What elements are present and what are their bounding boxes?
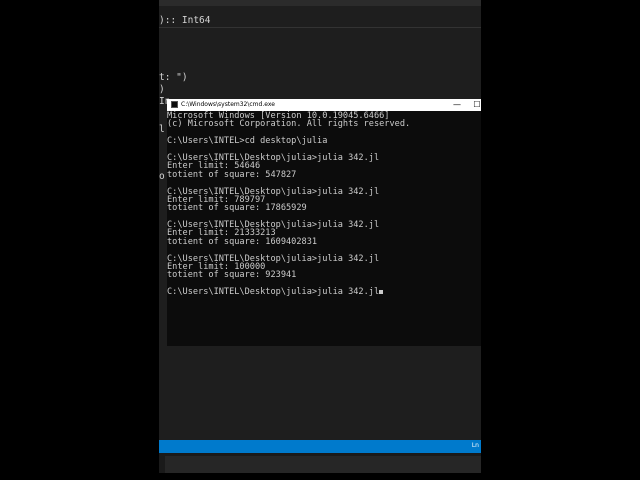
code-line-type-annotation: ):: Int64 (159, 15, 211, 26)
cmd-window[interactable]: C:\Windows\system32\cmd.exe — ☐ Microsof… (167, 99, 481, 346)
console-line: totient of square: 547827 (167, 169, 297, 180)
editor-top-bar (159, 0, 481, 6)
console-line: totient of square: 17865929 (167, 203, 307, 214)
code-line-fragment-3: o (159, 171, 165, 182)
code-line-fragment-2: l (159, 124, 165, 135)
maximize-button[interactable]: ☐ (467, 99, 487, 111)
console-line: totient of square: 1609402831 (167, 236, 318, 247)
status-line-indicator[interactable]: Ln (472, 442, 479, 449)
console-line: totient of square: 923941 (167, 270, 297, 281)
editor-bottom-panel (159, 453, 481, 473)
console-line: (c) Microsoft Corporation. All rights re… (167, 119, 411, 130)
cmd-window-title: C:\Windows\system32\cmd.exe (181, 101, 275, 108)
cmd-title-bar[interactable]: C:\Windows\system32\cmd.exe — ☐ (167, 99, 481, 111)
code-line-prompt: t: ") (159, 72, 188, 83)
console-output[interactable]: Microsoft Windows [Version 10.0.19045.64… (167, 111, 481, 347)
terminal-icon (171, 101, 178, 108)
minimize-button[interactable]: — (447, 99, 467, 111)
console-line: C:\Users\INTEL>cd desktop\julia (167, 136, 328, 147)
editor-line-highlight (159, 27, 481, 28)
bottom-panel-inner (165, 456, 481, 473)
text-cursor (379, 290, 384, 295)
console-line: C:\Users\INTEL\Desktop\julia>julia 342.j… (167, 288, 481, 297)
code-line-paren: ) (159, 84, 165, 95)
editor-status-bar: Ln (159, 440, 481, 453)
